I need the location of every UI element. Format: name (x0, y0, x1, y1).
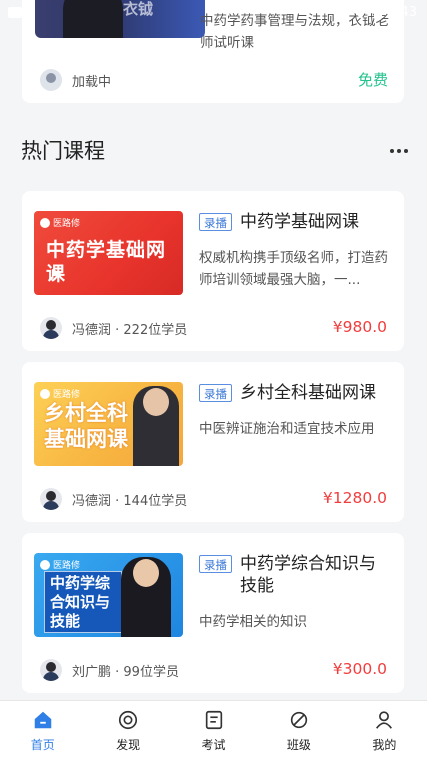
home-icon (34, 711, 51, 728)
course-card-1[interactable]: 医路修 中药学基础网课 录播 中药学基础网课 权威机构携手顶级名师，打造药师培训… (22, 191, 404, 351)
brand-logo: 医路修 (40, 558, 80, 571)
tab-label: 首页 (30, 737, 55, 752)
tab-class[interactable]: 班级 (256, 701, 341, 760)
avatar (40, 659, 62, 681)
course-thumbnail: 医路修 乡村全科基础网课 (34, 382, 183, 466)
thumbnail-text: 乡村全科基础网课 (44, 401, 128, 452)
course-card-3[interactable]: 医路修 中药学综合知识与技能 录播 中药学综合知识与技能 中药学相关的知识 刘广… (22, 533, 404, 693)
course-description: 中药学相关的知识 (199, 614, 307, 630)
course-description: 中医辨证施治和适宜技术应用 (199, 421, 375, 437)
recorded-tag: 录播 (199, 213, 232, 231)
teacher-photo (133, 386, 179, 466)
course-price: ¥980.0 (332, 318, 387, 336)
course-title: 乡村全科基础网课 (240, 383, 376, 403)
status-bar: 3:43 (0, 0, 427, 24)
thumbnail-text: 中药学基础网课 (46, 239, 167, 285)
tab-home[interactable]: 首页 (0, 701, 85, 760)
teacher-photo (121, 557, 171, 637)
notification-icon (8, 6, 22, 18)
tab-profile[interactable]: 我的 (342, 701, 427, 760)
more-icon[interactable] (390, 148, 408, 154)
course-title: 中药学综合知识与技能 (240, 554, 376, 596)
status-time: 3:43 (387, 4, 417, 20)
course-description: 权威机构携手顶级名师，打造药师培训领域最强大脑，一... (199, 250, 388, 288)
course-card-2[interactable]: 医路修 乡村全科基础网课 录播 乡村全科基础网课 中医辨证施治和适宜技术应用 冯… (22, 362, 404, 522)
battery-icon (373, 5, 382, 19)
recorded-tag: 录播 (199, 555, 232, 573)
wifi-icon (351, 6, 368, 18)
bottom-tab-bar: 首页 发现 考试 班级 我的 (0, 700, 427, 760)
course-price: ¥1280.0 (322, 489, 387, 507)
tab-label: 发现 (116, 737, 141, 752)
recorded-tag: 录播 (199, 384, 232, 402)
price-free: 免费 (357, 71, 388, 89)
exam-icon (205, 710, 222, 729)
brand-logo: 医路修 (40, 387, 80, 400)
tab-exam[interactable]: 考试 (171, 701, 256, 760)
tab-label: 考试 (201, 737, 226, 752)
profile-icon (376, 710, 393, 729)
tab-label: 班级 (286, 737, 311, 752)
tab-discover[interactable]: 发现 (85, 701, 170, 760)
course-title: 中药学基础网课 (240, 212, 359, 232)
course-thumbnail: 医路修 中药学基础网课 (34, 211, 183, 295)
course-meta: 冯德润 · 222位学员 (72, 323, 188, 338)
avatar (40, 317, 62, 339)
tab-label: 我的 (372, 737, 397, 752)
section-title: 热门课程 (21, 139, 105, 163)
discover-icon (119, 710, 138, 729)
course-meta: 冯德润 · 144位学员 (72, 494, 188, 509)
brand-logo: 医路修 (40, 216, 80, 229)
course-price: ¥300.0 (332, 660, 387, 678)
class-icon (290, 711, 308, 728)
course-thumbnail: 医路修 中药学综合知识与技能 (34, 553, 183, 637)
avatar (40, 69, 62, 91)
course-meta: 刘广鹏 · 99位学员 (72, 665, 179, 680)
avatar (40, 488, 62, 510)
course-author: 加载中 (72, 75, 112, 90)
thumbnail-text: 中药学综合知识与技能 (44, 571, 122, 634)
